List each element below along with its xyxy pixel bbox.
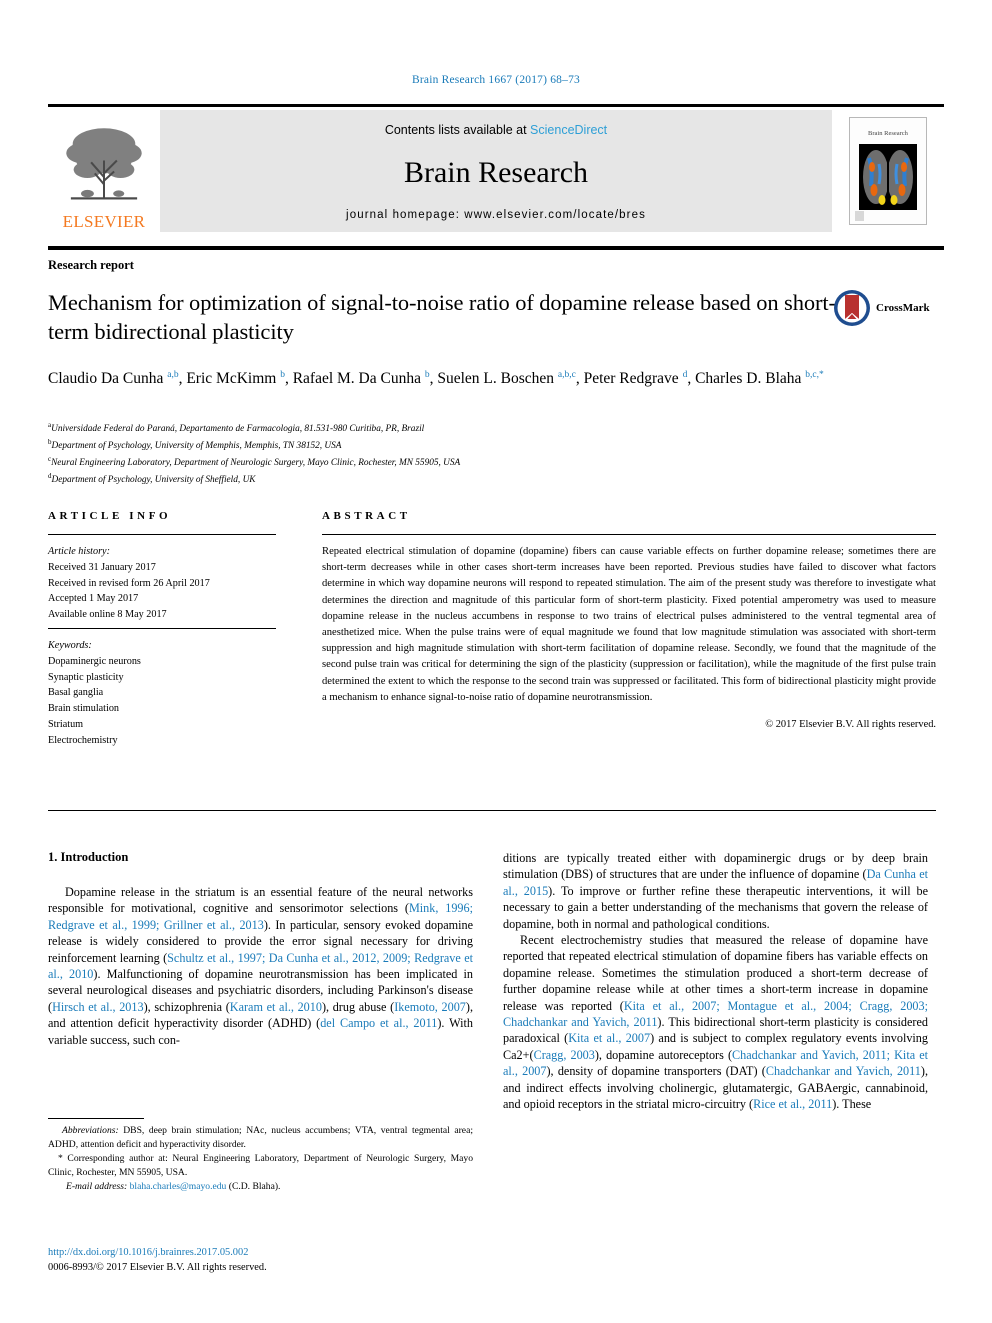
affiliation-item: bDepartment of Psychology, University of… — [48, 437, 748, 454]
body-column-right: ditions are typically treated either wit… — [503, 851, 929, 1112]
history-item: Available online 8 May 2017 — [48, 609, 167, 621]
contents-line: Contents lists available at ScienceDirec… — [160, 123, 832, 137]
journal-article-page: Brain Research 1667 (2017) 68–73 ELSEVIE… — [0, 0, 992, 1323]
keyword-item: Synaptic plasticity — [48, 671, 124, 683]
crossmark-icon — [834, 290, 870, 326]
author-list: Claudio Da Cunha a,b, Eric McKimm b, Raf… — [48, 369, 824, 387]
affiliation-text: Department of Psychology, University of … — [51, 441, 342, 452]
affiliation-item: cNeural Engineering Laboratory, Departme… — [48, 454, 748, 471]
footnote-email[interactable]: E-mail address: blaha.charles@mayo.edu (… — [48, 1180, 473, 1194]
page-title: Mechanism for optimization of signal-to-… — [48, 290, 836, 345]
abstract-copyright: © 2017 Elsevier B.V. All rights reserved… — [765, 719, 936, 731]
abstract-rule-bottom — [48, 810, 936, 811]
keywords-label: Keywords: — [48, 640, 92, 651]
footnote-abbreviations: Abbreviations: DBS, deep brain stimulati… — [48, 1125, 473, 1150]
keywords-block: Keywords: Dopaminergic neurons Synaptic … — [48, 638, 276, 749]
doi-link[interactable]: http://dx.doi.org/10.1016/j.brainres.201… — [48, 1245, 473, 1260]
affiliation-text: Department of Psychology, University of … — [51, 475, 256, 486]
history-label: Article history: — [48, 546, 110, 557]
crossmark-badge[interactable]: CrossMark — [832, 286, 936, 330]
journal-title: Brain Research — [403, 156, 589, 189]
affiliation-list: aUniversidade Federal do Paraná, Departa… — [48, 420, 748, 489]
abstract-heading: ABSTRACT — [322, 510, 411, 522]
abstract-rule-top — [322, 534, 936, 535]
journal-masthead: ELSEVIER Contents lists available at Sci… — [48, 104, 944, 232]
footnote-separator — [48, 1118, 144, 1119]
abstract-text: Repeated electrical stimulation of dopam… — [322, 546, 936, 703]
cover-thumbnail: Brain Research — [849, 117, 927, 225]
crossmark-label: CrossMark — [876, 302, 930, 314]
keyword-item: Dopaminergic neurons — [48, 655, 141, 667]
cover-footer-mark — [855, 211, 864, 221]
article-type-label: Research report — [48, 258, 134, 272]
contents-prefix: Contents lists available at — [384, 123, 531, 137]
keyword-item: Basal ganglia — [48, 687, 104, 699]
article-info-heading: ARTICLE INFO — [48, 510, 172, 522]
introduction-heading: 1. Introduction — [48, 850, 129, 864]
brain-scan-icon — [859, 144, 917, 210]
sciencedirect-banner: Contents lists available at ScienceDirec… — [160, 110, 832, 232]
keyword-item: Electrochemistry — [48, 734, 118, 746]
sciencedirect-link[interactable]: ScienceDirect — [530, 123, 607, 137]
elsevier-tree-icon — [66, 128, 142, 200]
elsevier-wordmark: ELSEVIER — [62, 212, 146, 231]
abstract-body: Repeated electrical stimulation of dopam… — [322, 544, 936, 733]
journal-homepage[interactable]: journal homepage: www.elsevier.com/locat… — [160, 209, 832, 221]
affiliation-item: aUniversidade Federal do Paraná, Departa… — [48, 420, 748, 437]
affiliation-text: Neural Engineering Laboratory, Departmen… — [51, 458, 461, 469]
footnote-corresponding-author: * Corresponding author at: Neural Engine… — [48, 1152, 473, 1178]
affiliation-text: Universidade Federal do Paraná, Departam… — [51, 424, 425, 435]
info-rule-top — [48, 534, 276, 535]
history-item: Accepted 1 May 2017 — [48, 593, 139, 605]
history-item: Received 31 January 2017 — [48, 561, 156, 573]
issn-copyright: 0006-8993/© 2017 Elsevier B.V. All right… — [48, 1262, 267, 1274]
history-item: Received in revised form 26 April 2017 — [48, 577, 210, 589]
footnote-block: Abbreviations: DBS, deep brain stimulati… — [48, 1124, 473, 1194]
cover-brain-image — [859, 144, 917, 210]
title-top-rule — [48, 246, 944, 250]
keyword-item: Striatum — [48, 719, 84, 731]
article-history: Article history: Received 31 January 201… — [48, 544, 276, 623]
body-column-left: Dopamine release in the striatum is an e… — [48, 885, 473, 1047]
journal-cover: Brain Research — [832, 110, 944, 232]
running-head: Brain Research 1667 (2017) 68–73 — [411, 74, 580, 86]
elsevier-logo: ELSEVIER — [48, 110, 160, 232]
cover-title: Brain Research — [868, 130, 908, 137]
doi-block: http://dx.doi.org/10.1016/j.brainres.201… — [48, 1245, 473, 1275]
keywords-rule — [48, 628, 276, 629]
keyword-item: Brain stimulation — [48, 703, 120, 715]
affiliation-item: dDepartment of Psychology, University of… — [48, 471, 748, 488]
